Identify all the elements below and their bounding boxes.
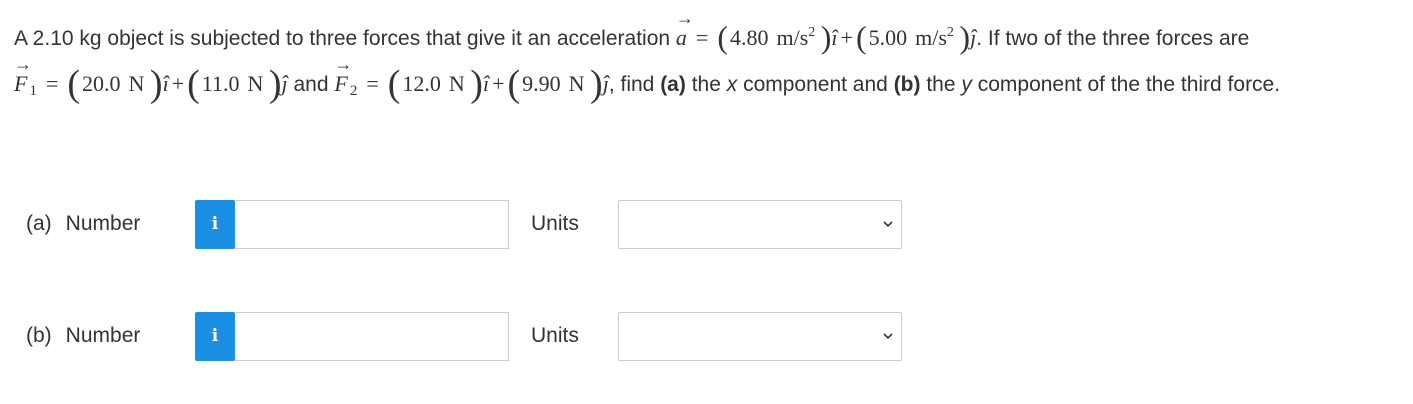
force-vector-symbol: F bbox=[334, 42, 348, 106]
part-label: (a) bbox=[26, 212, 52, 235]
answer-label-b: (b) Number bbox=[26, 324, 140, 348]
units-label-a: Units bbox=[531, 212, 579, 235]
acceleration-expression: a=(4.80m/s2 )î+(5.00m/s2 )ĵ bbox=[676, 0, 976, 55]
number-label: Number bbox=[65, 212, 141, 235]
force-vector-symbol: F bbox=[14, 42, 28, 106]
units-label-b: Units bbox=[531, 324, 579, 347]
answer-label-a: (a) Number bbox=[26, 212, 140, 236]
force-1-y: 11.0 bbox=[201, 71, 240, 96]
part-label: (b) bbox=[26, 324, 52, 347]
acceleration-x: 4.80 bbox=[729, 25, 769, 50]
info-icon: i bbox=[211, 214, 219, 234]
question-text: A 2.10 kg object is subjected to three f… bbox=[14, 0, 1399, 114]
info-icon: i bbox=[211, 326, 219, 346]
acceleration-y: 5.00 bbox=[868, 25, 908, 50]
number-input-a[interactable] bbox=[235, 200, 509, 249]
info-button-a[interactable]: i bbox=[195, 200, 235, 249]
number-label: Number bbox=[65, 324, 141, 347]
number-input-b[interactable] bbox=[235, 312, 509, 361]
force-1-x: 20.0 bbox=[82, 71, 121, 96]
acceleration-vector-symbol: a bbox=[676, 0, 687, 60]
units-select-b[interactable] bbox=[618, 312, 902, 361]
force-2-x: 12.0 bbox=[402, 71, 441, 96]
force-2-y: 9.90 bbox=[522, 71, 561, 96]
units-select-a[interactable] bbox=[618, 200, 902, 249]
info-button-b[interactable]: i bbox=[195, 312, 235, 361]
chevron-down-icon bbox=[883, 221, 893, 228]
force-1-expression: F1=(20.0N )î+(11.0N )ĵ bbox=[14, 42, 288, 105]
force-2-expression: F2=(12.0N )î+(9.90N )ĵ bbox=[334, 42, 608, 105]
chevron-down-icon bbox=[883, 333, 893, 340]
